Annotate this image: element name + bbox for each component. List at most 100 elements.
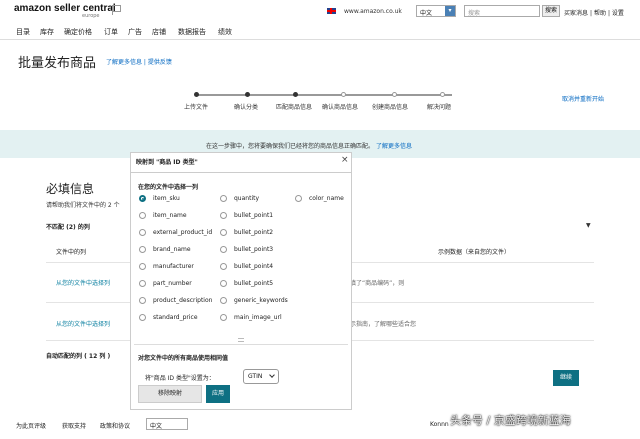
option-label[interactable]: bullet_point2 (234, 229, 273, 236)
select-column-link[interactable]: 从您的文件中选择列 (56, 319, 110, 328)
unmatched-columns-heading[interactable]: 不匹配 (2) 的列 (46, 222, 90, 231)
option-label[interactable]: manufacturer (153, 263, 194, 270)
grip-icon[interactable] (238, 338, 244, 342)
remove-mapping-button[interactable]: 移除映射 (138, 385, 202, 403)
step-dot-create (392, 92, 397, 97)
option-label[interactable]: bullet_point5 (234, 280, 273, 287)
nav-advertising[interactable]: 广告 (128, 27, 142, 37)
language-select[interactable]: 中文 ▾ (416, 5, 456, 17)
option-label[interactable]: bullet_point4 (234, 263, 273, 270)
step-upload: 上传文件 (184, 104, 209, 111)
row-sample-text: 示指南，了解哪些适合您 (350, 321, 417, 328)
radio-quantity[interactable] (220, 195, 227, 202)
option-label[interactable]: item_sku (153, 195, 180, 202)
policies-link[interactable]: 政策和协议 (100, 421, 130, 430)
radio-bullet-point5[interactable] (220, 280, 227, 287)
apply-button[interactable]: 应用 (206, 385, 230, 403)
radio-main-image-url[interactable] (220, 314, 227, 321)
top-bar: amazon seller central europe www.amazon.… (0, 0, 640, 22)
uk-flag-icon (327, 8, 336, 14)
step-dot-category (245, 92, 250, 97)
settings-link[interactable]: 设置 (612, 10, 624, 17)
option-label[interactable]: bullet_point1 (234, 212, 273, 219)
step-dot-match (293, 92, 298, 97)
footer-copyright: Konnn (430, 421, 449, 428)
nav-performance[interactable]: 绩效 (218, 27, 232, 37)
page-title: 批量发布商品 (18, 56, 97, 71)
set-as-label: 将"商品 ID 类型"设置为： (145, 375, 215, 382)
row-sample-text: 填了“商品编码”，则 (350, 280, 405, 287)
nav-inventory[interactable]: 库存 (40, 27, 54, 37)
radio-color-name[interactable] (295, 195, 302, 202)
step-create: 创建商品信息 (372, 104, 409, 111)
radio-part-number[interactable] (139, 280, 146, 287)
step-resolve: 解决问题 (427, 104, 452, 111)
radio-manufacturer[interactable] (139, 263, 146, 270)
column-header-file: 文件中的列 (56, 249, 87, 256)
radio-brand-name[interactable] (139, 246, 146, 253)
radio-item-name[interactable] (139, 212, 146, 219)
buyer-messages-link[interactable]: 买家消息 (564, 10, 588, 17)
footer-language-select[interactable]: 中文 (146, 418, 188, 430)
notice-learn-more-link[interactable]: 了解更多信息 (376, 143, 412, 150)
radio-bullet-point3[interactable] (220, 246, 227, 253)
learn-more-feedback-links[interactable]: 了解更多信息 | 提供反馈 (106, 57, 172, 66)
amazon-logo[interactable]: amazon seller central (14, 3, 116, 14)
option-label[interactable]: brand_name (153, 246, 191, 253)
marketplace-url[interactable]: www.amazon.co.uk (344, 8, 402, 15)
nav-orders[interactable]: 订单 (104, 27, 118, 37)
radio-bullet-point1[interactable] (220, 212, 227, 219)
option-label[interactable]: quantity (234, 195, 259, 202)
option-label[interactable]: part_number (153, 280, 192, 287)
option-label[interactable]: main_image_url (234, 314, 282, 321)
language-value: 中文 (420, 10, 433, 17)
option-label[interactable]: product_description (153, 297, 212, 304)
gtin-value: GTIN (248, 373, 263, 380)
close-icon[interactable]: × (341, 155, 349, 165)
logo-subtitle: europe (82, 13, 100, 19)
chevron-down-icon[interactable]: ▾ (445, 6, 455, 16)
search-button[interactable]: 搜索 (542, 5, 560, 17)
step-dot-resolve (440, 92, 445, 97)
step-dot-upload (194, 92, 199, 97)
modal-divider (134, 344, 348, 345)
nav-stores[interactable]: 店铺 (152, 27, 166, 37)
gtin-select[interactable]: GTIN (243, 369, 279, 384)
watermark: 头条号 / 京盛跨境新蓝海 (450, 414, 571, 427)
step-confirm: 确认商品信息 (322, 104, 359, 111)
caret-down-icon[interactable]: ▼ (586, 222, 591, 229)
modal-title: 映射到 "商品 ID 类型" (136, 159, 198, 166)
cancel-restart-link[interactable]: 取消并重新开始 (562, 94, 604, 103)
search-input[interactable]: 搜索 (464, 5, 540, 17)
nav-catalog[interactable]: 目录 (16, 27, 30, 37)
step-category: 确认分类 (234, 104, 259, 111)
notice-text: 在这一步骤中，您将要确保我们已经将您的商品信息正确匹配。 了解更多信息 (206, 141, 412, 150)
auto-matched-heading[interactable]: 自动匹配的列 ( 12 列 ) (46, 351, 110, 360)
radio-external-product-id[interactable] (139, 229, 146, 236)
nav-pricing[interactable]: 确定价格 (64, 27, 92, 37)
option-label[interactable]: external_product_id (153, 229, 212, 236)
option-label[interactable]: color_name (309, 195, 344, 202)
option-label[interactable]: generic_keywords (234, 297, 288, 304)
radio-standard-price[interactable] (139, 314, 146, 321)
top-links: 买家消息 | 帮助 | 设置 (564, 10, 624, 17)
rate-page-link[interactable]: 为此页评级 (16, 421, 46, 430)
option-label[interactable]: item_name (153, 212, 187, 219)
help-link[interactable]: 帮助 (594, 10, 606, 17)
radio-product-description[interactable] (139, 297, 146, 304)
radio-generic-keywords[interactable] (220, 297, 227, 304)
modal-section-title: 在您的文件中选择一列 (138, 184, 199, 191)
flag-icon[interactable] (112, 5, 121, 15)
radio-bullet-point4[interactable] (220, 263, 227, 270)
option-label[interactable]: standard_price (153, 314, 198, 321)
progress-track (196, 94, 452, 96)
column-header-sample: 示例数据（来自您的文件） (438, 249, 511, 256)
chevron-down-icon (269, 372, 275, 378)
continue-button[interactable]: 继续 (553, 370, 579, 386)
radio-bullet-point2[interactable] (220, 229, 227, 236)
select-column-link[interactable]: 从您的文件中选择列 (56, 278, 110, 287)
nav-reports[interactable]: 数据报告 (178, 27, 206, 37)
radio-item-sku[interactable] (139, 195, 146, 202)
get-support-link[interactable]: 获取支持 (62, 421, 86, 430)
option-label[interactable]: bullet_point3 (234, 246, 273, 253)
